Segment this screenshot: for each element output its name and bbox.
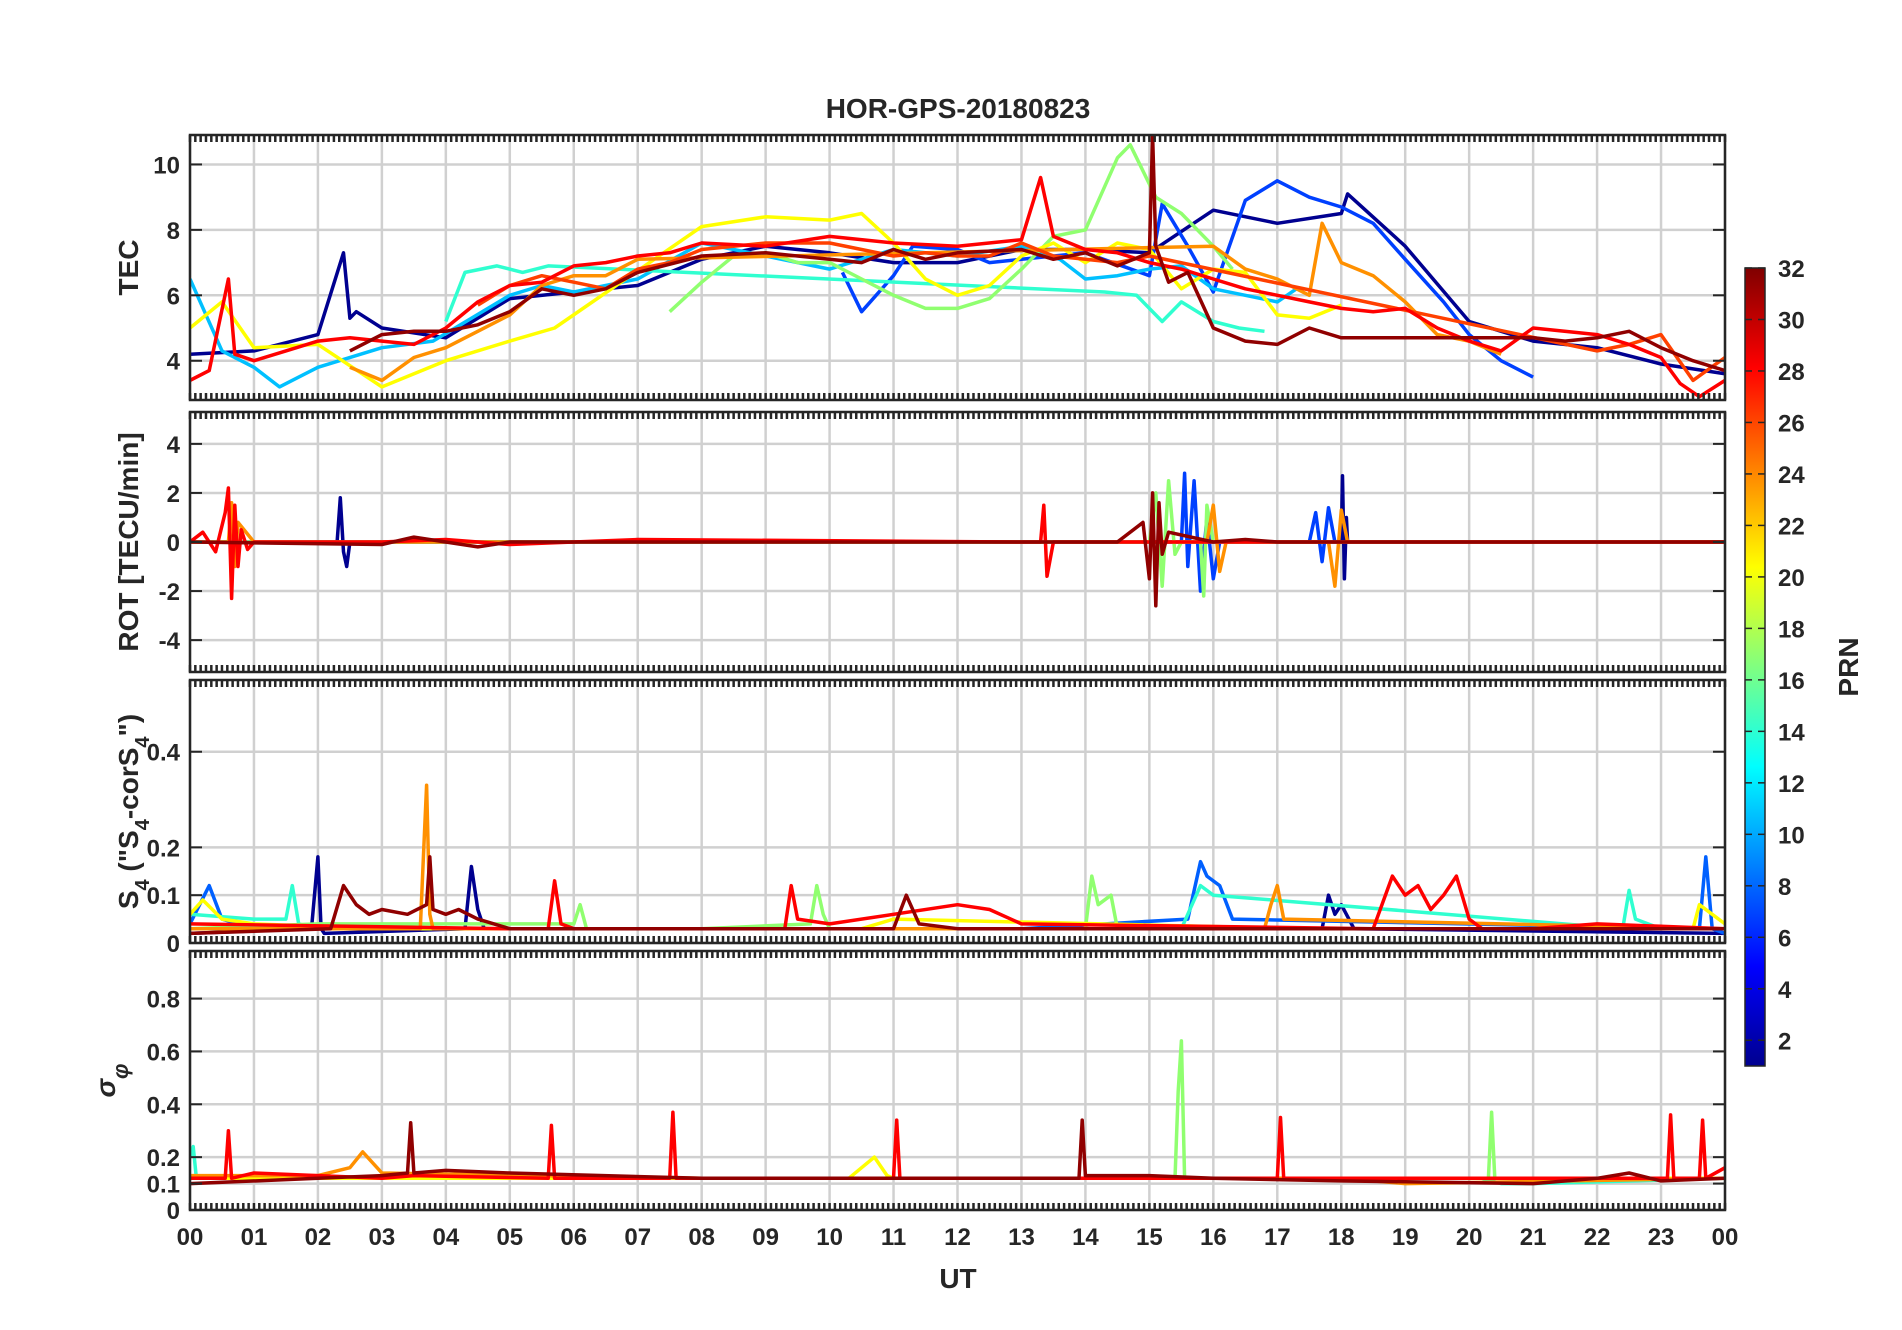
x-tick-label: 20 — [1456, 1224, 1483, 1251]
x-tick-label: 17 — [1264, 1224, 1291, 1251]
colorbar-tick-label: 10 — [1778, 822, 1805, 849]
colorbar: 2468101214161820222426283032 PRN — [1744, 256, 1864, 1067]
y-tick-label: 0.1 — [147, 1172, 180, 1199]
y-tick-label: 0.2 — [147, 1145, 180, 1172]
series-line-5 — [668, 143, 1234, 313]
x-tick-label: 22 — [1584, 1224, 1611, 1251]
colorbar-tick-label: 8 — [1778, 874, 1791, 901]
x-tick-label: 07 — [624, 1224, 651, 1251]
x-tick-label: 08 — [688, 1224, 715, 1251]
panel-1: 4 6 8 10 TEC — [113, 133, 1727, 402]
x-tick-label: 16 — [1200, 1224, 1227, 1251]
y-tick-label: 0.2 — [147, 835, 180, 862]
y-tick-label: -4 — [159, 628, 181, 655]
y-tick-label: 0.4 — [147, 1092, 181, 1119]
x-tick-label: 15 — [1136, 1224, 1163, 1251]
x-tick-label: 01 — [241, 1224, 268, 1251]
y-tick-label: 4 — [167, 349, 181, 376]
colorbar-tick-label: 20 — [1778, 565, 1805, 592]
colorbar-label: PRN — [1833, 637, 1864, 696]
x-tick-label: 00 — [177, 1224, 204, 1251]
panel-3: 00.10.20.4S4 ("S4-corS4") — [113, 678, 1727, 958]
y-tick-label: 8 — [167, 218, 180, 245]
y-tick-label: 10 — [153, 152, 180, 179]
colorbar-tick-label: 32 — [1778, 256, 1805, 283]
colorbar-tick-label: 4 — [1778, 977, 1792, 1004]
colorbar-tick-label: 22 — [1778, 513, 1805, 540]
y-tick-label: 2 — [167, 481, 180, 508]
y-tick-label: -2 — [159, 579, 180, 606]
y-axis-label: ROT [TECU/min] — [113, 432, 144, 651]
y-axis-label: TEC — [113, 240, 144, 296]
colorbar-tick-label: 30 — [1778, 307, 1805, 334]
y-tick-label: 4 — [167, 432, 181, 459]
y-axis-label: σφ — [90, 1063, 133, 1097]
y-tick-label: 0 — [167, 931, 180, 958]
colorbar-tick-label: 12 — [1778, 771, 1805, 798]
x-tick-label: 13 — [1008, 1224, 1035, 1251]
colorbar-gradient — [1744, 267, 1766, 1067]
figure: HOR-GPS-20180823 46810TEC-4-2024ROT [TEC… — [90, 93, 1864, 1294]
colorbar-tick-label: 28 — [1778, 359, 1805, 386]
x-axis-label: UT — [939, 1263, 976, 1294]
y-tick-label: 0.8 — [147, 987, 180, 1014]
x-tick-label: 10 — [816, 1224, 843, 1251]
series-line-2 — [840, 179, 1534, 379]
colorbar-tick-label: 16 — [1778, 668, 1805, 695]
chart-title: HOR-GPS-20180823 — [826, 93, 1091, 124]
x-tick-label: 19 — [1392, 1224, 1419, 1251]
y-tick-label: 0.6 — [147, 1039, 180, 1066]
y-axis-label: S4 ("S4-corS4") — [113, 714, 154, 909]
colorbar-tick-label: 18 — [1778, 616, 1805, 643]
x-tick-label: 05 — [496, 1224, 523, 1251]
x-tick-label: 09 — [752, 1224, 779, 1251]
colorbar-tick-label: 24 — [1778, 462, 1805, 489]
x-axis-ticks: 00 01 02 03 04 05 06 07 08 09 10 11 12 13 14 15 16 17 18 19… — [177, 1224, 1739, 1251]
x-tick-label: 18 — [1328, 1224, 1355, 1251]
series-line-3 — [190, 241, 1298, 389]
x-tick-label: 14 — [1072, 1224, 1099, 1251]
x-tick-label: 03 — [369, 1224, 396, 1251]
x-tick-label: 12 — [944, 1224, 971, 1251]
colorbar-tick-label: 14 — [1778, 719, 1805, 746]
x-tick-label: 00 — [1712, 1224, 1739, 1251]
panels: 46810TEC-4-2024ROT [TECU/min]00.10.20.4S… — [90, 133, 1727, 1225]
y-tick-label: 0 — [167, 1198, 180, 1225]
colorbar-tick-label: 6 — [1778, 925, 1791, 952]
y-tick-label: 6 — [167, 283, 180, 310]
colorbar-tick-label: 2 — [1778, 1028, 1791, 1055]
x-tick-label: 11 — [881, 1224, 906, 1251]
x-tick-label: 04 — [432, 1224, 459, 1251]
panel-4: 00.10.2 0.4 0.6 0.8 σφ — [90, 949, 1727, 1225]
y-tick-label: 0 — [167, 530, 180, 557]
x-tick-label: 21 — [1520, 1224, 1547, 1251]
x-tick-label: 06 — [560, 1224, 587, 1251]
x-tick-label: 02 — [305, 1224, 332, 1251]
panel-2: -4 -2 0 2 4 ROT [TECU/min] — [113, 410, 1727, 674]
colorbar-tick-label: 26 — [1778, 410, 1805, 437]
x-tick-label: 23 — [1648, 1224, 1675, 1251]
